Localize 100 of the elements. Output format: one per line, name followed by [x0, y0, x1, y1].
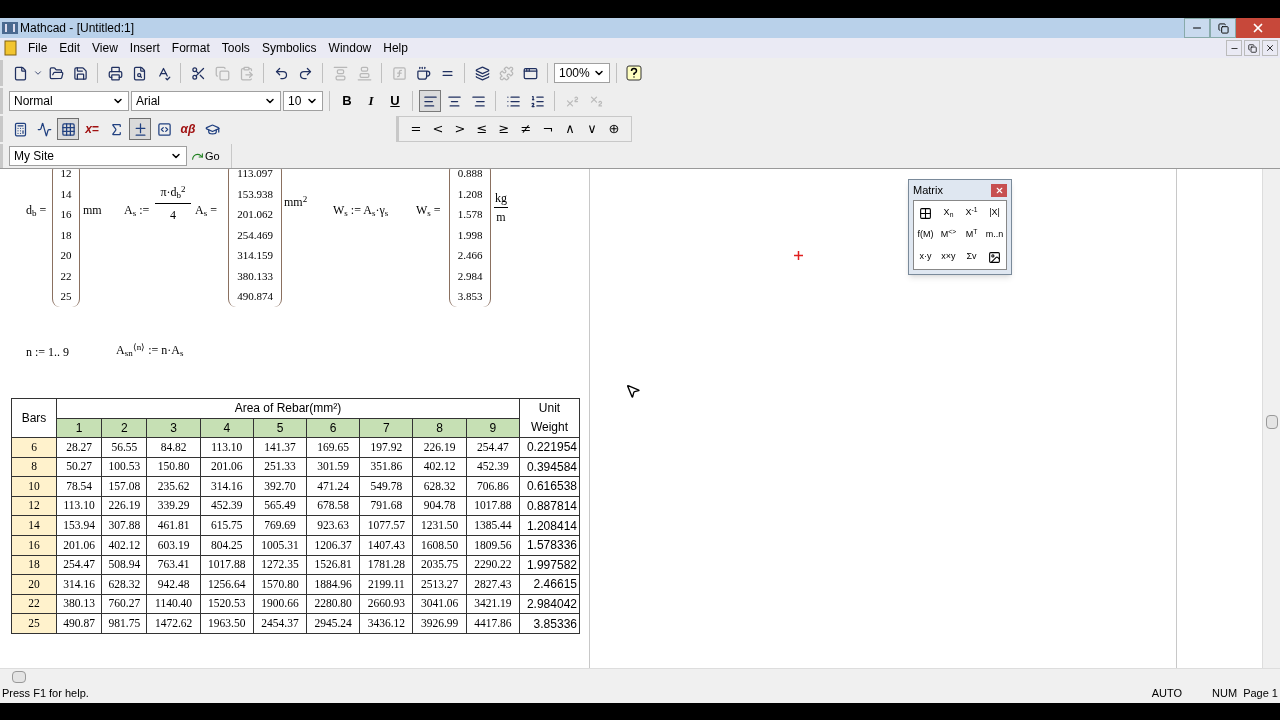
crosshair-cursor-icon	[794, 251, 803, 260]
palette-button[interactable]: x=	[81, 118, 103, 140]
matrix-value: 153.938	[237, 186, 273, 202]
restore-button[interactable]	[1210, 18, 1236, 38]
table-cell: 2.984042	[519, 594, 580, 614]
table-cell: 351.86	[359, 457, 413, 477]
palette-button[interactable]: αβ	[177, 118, 199, 140]
restore-button[interactable]	[1244, 40, 1260, 56]
palette-button[interactable]: X$^{-1}$	[960, 203, 983, 223]
table-cell: 904.78	[413, 496, 467, 516]
palette-button[interactable]: x·y	[914, 247, 937, 267]
format-button[interactable]: U	[384, 90, 406, 112]
format-button[interactable]: I	[360, 90, 382, 112]
table-cell: 1017.88	[200, 555, 254, 575]
operator-button[interactable]: ≠	[517, 119, 535, 139]
menu-item[interactable]: Window	[322, 39, 378, 57]
column-header: Area of Rebar(mm²)	[56, 398, 520, 418]
close-icon	[1251, 21, 1265, 35]
table-cell: 402.12	[101, 535, 147, 556]
menu-item[interactable]: Symbolics	[255, 39, 323, 57]
operator-button[interactable]: ¬	[539, 119, 557, 139]
menu-item[interactable]: Insert	[123, 39, 166, 57]
matrix-button[interactable]	[57, 118, 79, 140]
size-combo[interactable]: 10	[283, 91, 323, 111]
menu-item[interactable]: Help	[377, 39, 414, 57]
menu-item[interactable]: Edit	[53, 39, 87, 57]
save-icon	[72, 65, 88, 81]
style-combo[interactable]: Normal	[9, 91, 129, 111]
menu-item[interactable]: View	[86, 39, 124, 57]
table-cell: 50.27	[56, 457, 102, 477]
unit-label: mm$^{2}$	[284, 195, 308, 209]
table-cell: 84.82	[146, 437, 201, 458]
operator-button[interactable]: ≤	[473, 119, 491, 139]
table-cell: 254.47	[56, 555, 102, 575]
horizontal-scrollbar[interactable]	[0, 668, 1280, 684]
table-cell: 1781.28	[359, 555, 413, 575]
status-num: NUM	[1212, 686, 1238, 702]
palette-button[interactable]: M$^{<>}$	[937, 225, 960, 245]
copy-icon	[214, 65, 230, 81]
table-cell: 1407.43	[359, 535, 413, 556]
table-cell: 981.75	[101, 613, 147, 634]
align-center-icon	[446, 93, 462, 109]
palette-button[interactable]: M$^{T}$	[960, 225, 983, 245]
print-preview-icon	[131, 65, 147, 81]
table-cell: 14	[11, 515, 57, 536]
table-cell: 3041.06	[413, 594, 467, 614]
menu-item[interactable]: Format	[165, 39, 216, 57]
document-icon	[4, 40, 18, 56]
table-cell: 1809.56	[466, 535, 520, 556]
table-cell: 565.49	[253, 496, 307, 516]
print-icon	[107, 65, 123, 81]
help-button[interactable]	[623, 62, 645, 84]
table-cell: 452.39	[200, 496, 254, 516]
palette-button[interactable]: |X|	[983, 203, 1006, 223]
menu-item[interactable]: File	[22, 39, 54, 57]
operator-button[interactable]: <	[429, 119, 447, 139]
boolean-button[interactable]	[129, 118, 151, 140]
table-cell: 804.25	[200, 535, 254, 556]
puzzle-icon	[498, 65, 514, 81]
matrix-value: 18	[60, 227, 72, 243]
operator-button[interactable]: ⊕	[605, 119, 623, 139]
math-expression: d$_{b}$ =	[26, 203, 47, 217]
menu-item[interactable]: Tools	[215, 39, 256, 57]
status-mode: AUTO	[1151, 686, 1183, 702]
minimize-button[interactable]	[1226, 40, 1242, 56]
layers-icon	[474, 65, 490, 81]
matrix-value: 1.578	[457, 207, 483, 222]
function-icon	[391, 65, 407, 81]
matrix-value: 0.888	[457, 169, 483, 181]
palette-button[interactable]: f(M)	[914, 225, 937, 245]
palette-button[interactable]: m..n	[983, 225, 1006, 245]
table-cell: 2035.75	[413, 555, 467, 575]
operator-button[interactable]: ≥	[495, 119, 513, 139]
subscript-icon	[588, 93, 604, 109]
matrix-value: 12	[60, 169, 72, 181]
close-button[interactable]	[1262, 40, 1278, 56]
minimize-button[interactable]	[1184, 18, 1210, 38]
operator-button[interactable]: =	[407, 119, 425, 139]
table-cell: 769.69	[253, 515, 307, 536]
mortarboard-icon	[204, 121, 220, 137]
table-cell: 402.12	[413, 457, 467, 477]
zoom-combo[interactable]: 100%	[554, 63, 610, 83]
go-button[interactable]: Go	[191, 147, 220, 165]
palette-button[interactable]: x×y	[937, 247, 960, 267]
palette-button[interactable]: X$_{n}$	[937, 203, 960, 223]
table-cell: 1005.31	[253, 535, 307, 556]
table-cell: 490.87	[56, 613, 102, 634]
table-cell: 0.887814	[519, 496, 580, 516]
table-cell: 153.94	[56, 515, 102, 536]
operator-button[interactable]: ∨	[583, 119, 601, 139]
format-button[interactable]: B	[336, 90, 358, 112]
align-left-button[interactable]	[419, 90, 441, 112]
align-right-icon	[470, 93, 486, 109]
table-cell: 678.58	[306, 496, 360, 516]
palette-button[interactable]: Σv	[960, 247, 983, 267]
font-combo[interactable]: Arial	[131, 91, 281, 111]
site-combo[interactable]: My Site	[9, 146, 187, 166]
operator-button[interactable]: >	[451, 119, 469, 139]
vertical-scrollbar[interactable]	[1262, 169, 1280, 668]
operator-button[interactable]: ∧	[561, 119, 579, 139]
